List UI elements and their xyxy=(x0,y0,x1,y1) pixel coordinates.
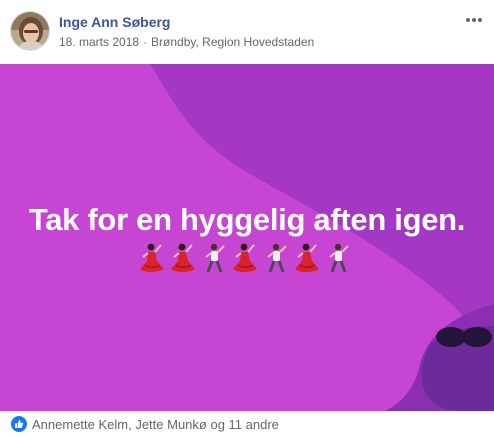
avatar[interactable] xyxy=(10,11,50,51)
post-text: Tak for en hyggelig aften igen. xyxy=(28,202,466,237)
separator-dot: · xyxy=(143,35,148,49)
man-dancing-icon xyxy=(261,242,292,274)
flamenco-dancer-icon xyxy=(230,242,261,274)
more-dots-icon xyxy=(466,18,482,22)
reactions-bar[interactable]: Annemette Kelm, Jette Munkø og 11 andre xyxy=(0,411,494,436)
author-name[interactable]: Inge Ann Søberg xyxy=(59,14,170,30)
flamenco-dancer-icon xyxy=(292,242,323,274)
man-dancing-icon xyxy=(323,242,354,274)
flamenco-dancer-icon xyxy=(137,242,168,274)
reactions-summary[interactable]: Annemette Kelm, Jette Munkø og 11 andre xyxy=(32,417,279,432)
post-meta: 18. marts 2018 · Brøndby, Region Hovedst… xyxy=(59,35,314,49)
post-background: Tak for en hyggelig aften igen. xyxy=(0,64,494,411)
flamenco-dancer-icon xyxy=(168,242,199,274)
more-options-button[interactable] xyxy=(462,8,486,32)
post-date[interactable]: 18. marts 2018 xyxy=(59,35,139,49)
post-location[interactable]: Brøndby, Region Hovedstaden xyxy=(151,35,314,49)
post-header: Inge Ann Søberg 18. marts 2018 · Brøndby… xyxy=(0,0,494,64)
man-dancing-icon xyxy=(199,242,230,274)
emoji-row xyxy=(137,242,354,274)
like-icon xyxy=(11,416,27,432)
